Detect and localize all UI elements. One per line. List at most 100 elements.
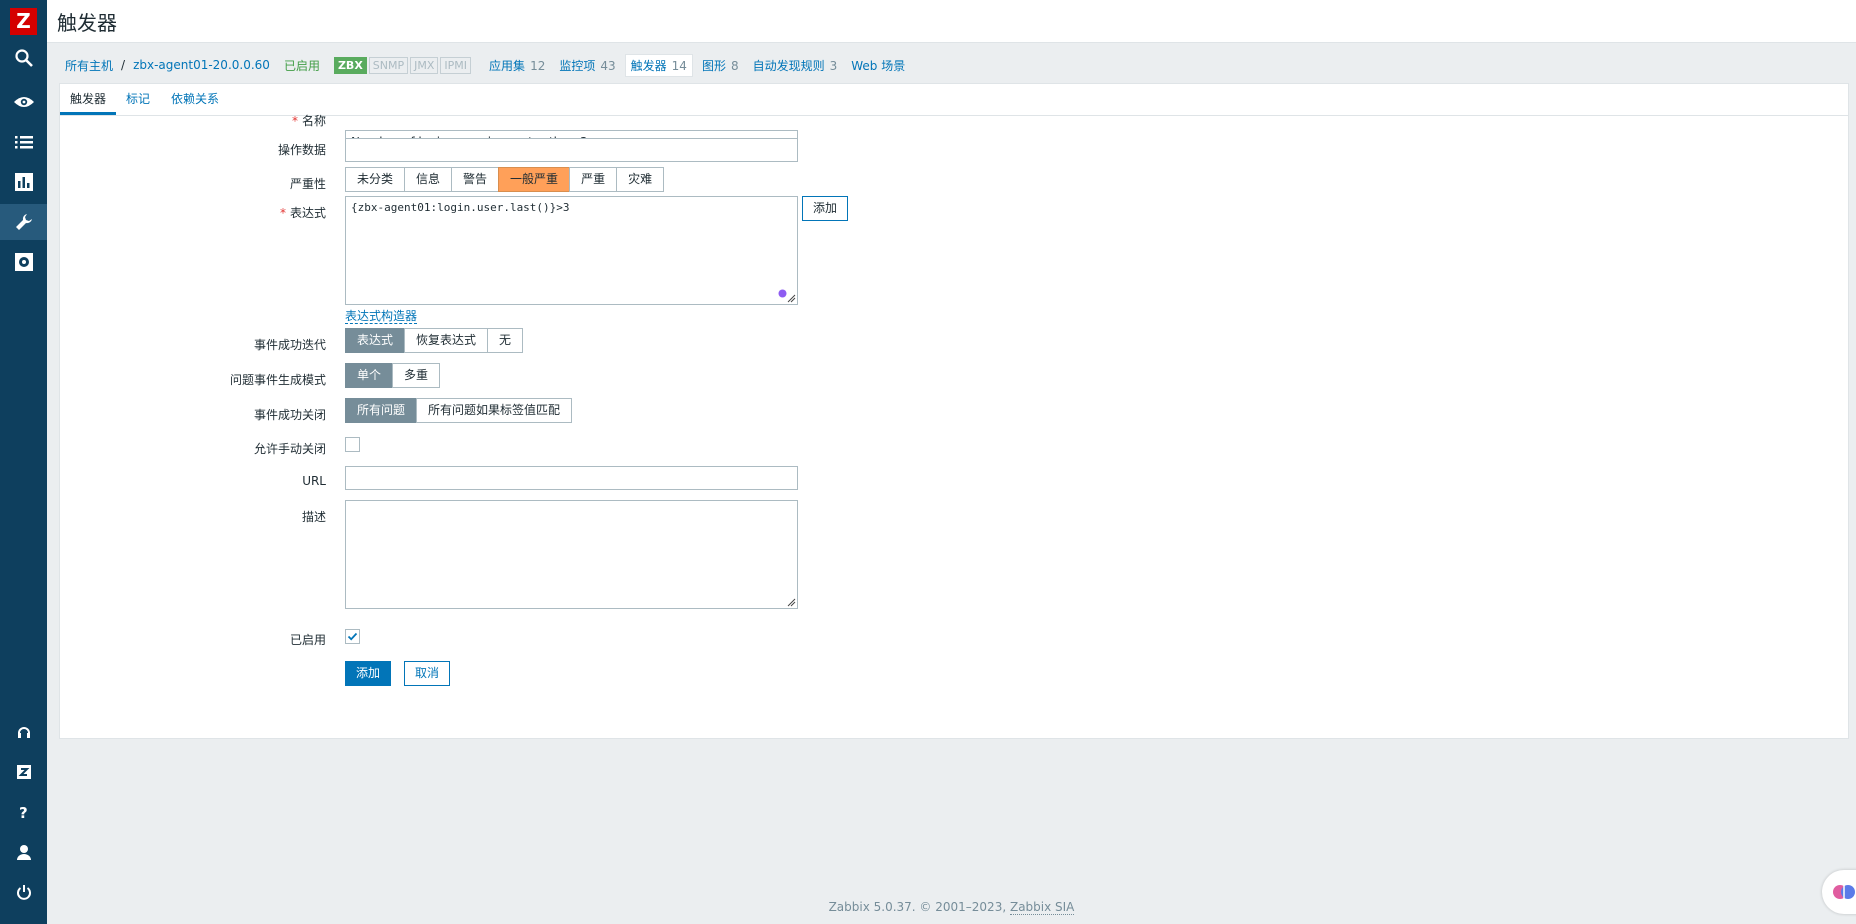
resize-handle-icon[interactable] bbox=[787, 294, 796, 303]
triggers-count: 14 bbox=[671, 58, 687, 73]
severity-information[interactable]: 信息 bbox=[404, 167, 453, 192]
help-icon[interactable]: ? bbox=[0, 794, 47, 830]
expression-text: {zbx-agent01:login.user.last()}>3 bbox=[351, 201, 570, 214]
opdata-input[interactable] bbox=[345, 138, 798, 162]
description-textarea[interactable] bbox=[345, 500, 798, 609]
brain-icon bbox=[1833, 885, 1855, 899]
ok-event-expression[interactable]: 表达式 bbox=[345, 328, 406, 353]
problem-mode-single[interactable]: 单个 bbox=[345, 363, 394, 388]
severity-not-classified[interactable]: 未分类 bbox=[345, 167, 406, 192]
ok-close-tag-match[interactable]: 所有问题如果标签值匹配 bbox=[416, 398, 573, 423]
manual-close-label: 允许手动关闭 bbox=[253, 442, 326, 456]
sidebar: Z ? bbox=[0, 0, 47, 924]
items-label: 监控项 bbox=[559, 58, 596, 73]
problem-mode-selector: 单个 多重 bbox=[345, 363, 441, 388]
expression-label: * 表达式 bbox=[280, 204, 326, 221]
graphs-link[interactable]: 图形 8 bbox=[702, 57, 739, 74]
zbx-badge: ZBX bbox=[333, 56, 367, 74]
breadcrumb-separator: / bbox=[121, 58, 126, 72]
ok-close-selector: 所有问题 所有问题如果标签值匹配 bbox=[345, 398, 573, 423]
url-label: URL bbox=[302, 474, 326, 488]
triggers-link[interactable]: 触发器 14 bbox=[624, 53, 693, 77]
discovery-rules-count: 3 bbox=[829, 58, 838, 73]
tab-trigger[interactable]: 触发器 bbox=[60, 84, 117, 115]
user-profile-icon[interactable] bbox=[0, 834, 47, 870]
severity-disaster[interactable]: 灾难 bbox=[616, 167, 665, 192]
url-input[interactable] bbox=[345, 466, 798, 490]
host-navigation: 所有主机 / zbx-agent01-20.0.0.60 已启用 ZBX SNM… bbox=[65, 53, 919, 77]
name-label: * 名称 bbox=[292, 112, 326, 129]
administration-gear-icon[interactable] bbox=[0, 244, 47, 280]
expression-textarea[interactable]: {zbx-agent01:login.user.last()}>3 bbox=[345, 196, 798, 305]
triggers-label: 触发器 bbox=[630, 58, 667, 73]
items-link[interactable]: 监控项 43 bbox=[559, 57, 615, 74]
footer: Zabbix 5.0.37. © 2001–2023, Zabbix SIA bbox=[47, 900, 1856, 915]
page-title: 触发器 bbox=[57, 11, 117, 35]
enabled-label: 已启用 bbox=[289, 633, 326, 647]
snmp-badge: SNMP bbox=[368, 56, 409, 74]
expression-label-text: 表达式 bbox=[289, 206, 326, 220]
discovery-rules-label: 自动发现规则 bbox=[752, 58, 825, 73]
severity-warning[interactable]: 警告 bbox=[451, 167, 500, 192]
configuration-wrench-icon[interactable] bbox=[0, 204, 47, 240]
enabled-checkbox[interactable] bbox=[345, 629, 360, 644]
footer-company-link[interactable]: Zabbix SIA bbox=[1009, 900, 1075, 915]
graphs-count: 8 bbox=[730, 58, 739, 73]
applications-count: 12 bbox=[530, 58, 546, 73]
description-label: 描述 bbox=[301, 510, 326, 524]
reports-chart-icon[interactable] bbox=[0, 164, 47, 200]
expression-constructor-link[interactable]: 表达式构造器 bbox=[345, 309, 418, 324]
search-icon[interactable] bbox=[0, 40, 47, 76]
resize-handle-icon[interactable] bbox=[787, 598, 796, 607]
ok-event-selector: 表达式 恢复表达式 无 bbox=[345, 328, 524, 353]
opdata-label: 操作数据 bbox=[277, 143, 326, 157]
host-link[interactable]: zbx-agent01-20.0.0.60 bbox=[133, 58, 270, 72]
ok-event-label: 事件成功迭代 bbox=[253, 338, 326, 352]
name-label-text: 名称 bbox=[301, 114, 326, 128]
severity-high[interactable]: 严重 bbox=[569, 167, 618, 192]
host-status: 已启用 bbox=[283, 58, 320, 73]
tab-dependencies-label: 依赖关系 bbox=[171, 92, 220, 106]
web-scenarios-link[interactable]: Web 场景 bbox=[851, 57, 905, 74]
severity-average[interactable]: 一般严重 bbox=[498, 167, 571, 192]
trigger-form-panel: 触发器 标记 依赖关系 *名称 Number of login users is… bbox=[59, 83, 1849, 739]
severity-selector: 未分类 信息 警告 一般严重 严重 灾难 bbox=[345, 167, 665, 192]
required-marker: * bbox=[279, 206, 286, 220]
inventory-list-icon[interactable] bbox=[0, 124, 47, 160]
web-scenarios-label: Web 场景 bbox=[851, 58, 906, 73]
manual-close-checkbox[interactable] bbox=[345, 437, 360, 452]
ok-event-recovery-expression[interactable]: 恢复表达式 bbox=[404, 328, 489, 353]
items-count: 43 bbox=[600, 58, 616, 73]
discovery-rules-link[interactable]: 自动发现规则 3 bbox=[753, 57, 838, 74]
jmx-badge: JMX bbox=[410, 56, 439, 74]
zabbix-logo[interactable]: Z bbox=[10, 8, 37, 35]
applications-label: 应用集 bbox=[489, 58, 526, 73]
all-hosts-link[interactable]: 所有主机 bbox=[65, 57, 113, 74]
footer-version: Zabbix 5.0.37. © 2001–2023, bbox=[828, 900, 1007, 914]
grammarly-dot-icon bbox=[778, 289, 787, 298]
monitoring-eye-icon[interactable] bbox=[0, 84, 47, 120]
ipmi-badge: IPMI bbox=[440, 56, 472, 74]
expression-add-button[interactable]: 添加 bbox=[802, 196, 849, 221]
signout-power-icon[interactable] bbox=[0, 874, 47, 910]
tab-dependencies[interactable]: 依赖关系 bbox=[161, 84, 229, 115]
cancel-button[interactable]: 取消 bbox=[404, 661, 451, 686]
availability-badges: ZBX SNMP JMX IPMI bbox=[333, 56, 473, 74]
ok-close-all-problems[interactable]: 所有问题 bbox=[345, 398, 418, 423]
problem-mode-multiple[interactable]: 多重 bbox=[392, 363, 441, 388]
svg-text:?: ? bbox=[19, 804, 28, 820]
ok-event-none[interactable]: 无 bbox=[487, 328, 524, 353]
tab-tags[interactable]: 标记 bbox=[116, 84, 160, 115]
support-headset-icon[interactable] bbox=[0, 714, 47, 750]
checkmark-icon bbox=[347, 632, 358, 641]
problem-mode-label: 问题事件生成模式 bbox=[229, 373, 326, 387]
severity-label: 严重性 bbox=[289, 177, 326, 191]
share-z-icon[interactable] bbox=[0, 754, 47, 790]
required-marker: * bbox=[291, 114, 298, 128]
form-tabs: 触发器 标记 依赖关系 bbox=[60, 84, 1848, 116]
graphs-label: 图形 bbox=[701, 58, 726, 73]
applications-link[interactable]: 应用集 12 bbox=[489, 57, 545, 74]
submit-add-button[interactable]: 添加 bbox=[345, 661, 392, 686]
page-header: 触发器 bbox=[47, 0, 1856, 43]
ok-close-label: 事件成功关闭 bbox=[253, 408, 326, 422]
